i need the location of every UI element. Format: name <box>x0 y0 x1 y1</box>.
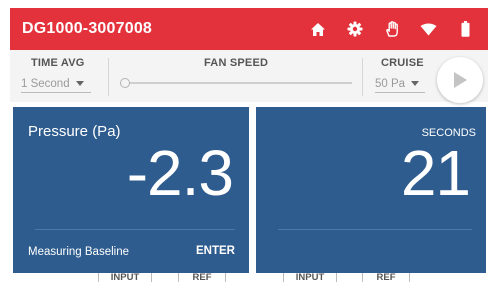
time-panel[interactable]: SECONDS 21 <box>256 107 486 273</box>
header-icons <box>299 8 484 50</box>
tab-input-1[interactable]: INPUT <box>98 273 152 282</box>
tab-ref-2[interactable]: REF <box>362 273 410 282</box>
pressure-value: -2.3 <box>126 137 234 209</box>
play-icon <box>454 72 467 88</box>
time-avg-value: 1 Second <box>21 78 70 90</box>
tab-ref-1[interactable]: REF <box>178 273 226 282</box>
enter-button[interactable]: ENTER <box>196 245 235 257</box>
device-title: DG1000-3007008 <box>22 20 153 37</box>
pressure-status: Measuring Baseline <box>28 246 130 258</box>
header-bar: DG1000-3007008 <box>10 8 488 50</box>
chevron-down-icon <box>75 81 84 87</box>
wifi-icon[interactable] <box>410 8 447 50</box>
time-avg-select[interactable]: 1 Second <box>21 78 91 93</box>
tab-input-2[interactable]: INPUT <box>283 273 337 282</box>
cruise-value: 50 Pa <box>375 78 406 90</box>
divider <box>362 58 363 96</box>
home-icon[interactable] <box>299 8 336 50</box>
divider <box>108 58 109 96</box>
pressure-title: Pressure (Pa) <box>28 123 121 140</box>
battery-icon <box>447 8 484 50</box>
gear-icon[interactable] <box>336 8 373 50</box>
chevron-down-icon <box>411 81 420 87</box>
cruise-label: CRUISE <box>381 57 424 69</box>
pressure-panel[interactable]: Pressure (Pa) -2.3 Measuring Baseline EN… <box>13 107 249 273</box>
time-value: 21 <box>400 137 471 209</box>
hand-icon[interactable] <box>373 8 410 50</box>
fan-speed-track[interactable] <box>120 82 352 84</box>
fan-speed-label: FAN SPEED <box>204 57 269 69</box>
play-button[interactable] <box>437 57 483 103</box>
panel-divider <box>35 229 235 230</box>
cruise-select[interactable]: 50 Pa <box>375 78 425 93</box>
fan-speed-thumb[interactable] <box>120 78 130 88</box>
panel-divider <box>278 229 472 230</box>
time-avg-label: TIME AVG <box>31 57 85 69</box>
